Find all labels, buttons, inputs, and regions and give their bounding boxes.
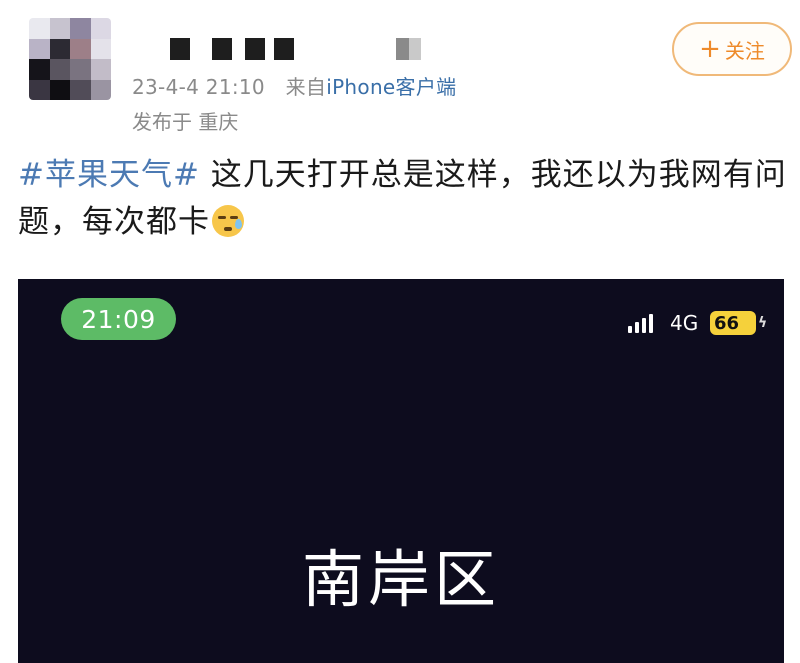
post-text: #苹果天气# 这几天打开总是这样，我还以为我网有问题，每次都卡 [18, 152, 788, 246]
post-image[interactable]: 21:09 4G 66 ϟ 南岸区 [18, 279, 784, 663]
source-device-link[interactable]: iPhone客户端 [326, 75, 456, 99]
post-meta: 23-4-4 21:10 来自iPhone客户端 [132, 71, 456, 100]
battery-icon: 66 ϟ [710, 311, 767, 335]
username-redacted[interactable] [170, 38, 440, 60]
post-location: 发布于 重庆 [132, 110, 239, 134]
source-prefix: 来自 [285, 75, 327, 99]
charging-bolt-icon: ϟ [758, 315, 768, 331]
cellular-signal-icon [628, 311, 660, 335]
network-type: 4G [670, 311, 699, 335]
battery-level: 66 [714, 312, 740, 334]
follow-button-label: 关注 [724, 38, 765, 63]
hashtag-link[interactable]: #苹果天气# [18, 157, 200, 193]
post-timestamp: 23-4-4 21:10 [132, 75, 265, 99]
status-time: 21:09 [61, 298, 176, 340]
follow-button[interactable]: + 关注 [672, 22, 792, 76]
crying-face-emoji-icon [212, 205, 244, 237]
weather-city-name: 南岸区 [301, 543, 500, 616]
avatar[interactable] [29, 18, 111, 100]
plus-icon: + [699, 34, 721, 64]
